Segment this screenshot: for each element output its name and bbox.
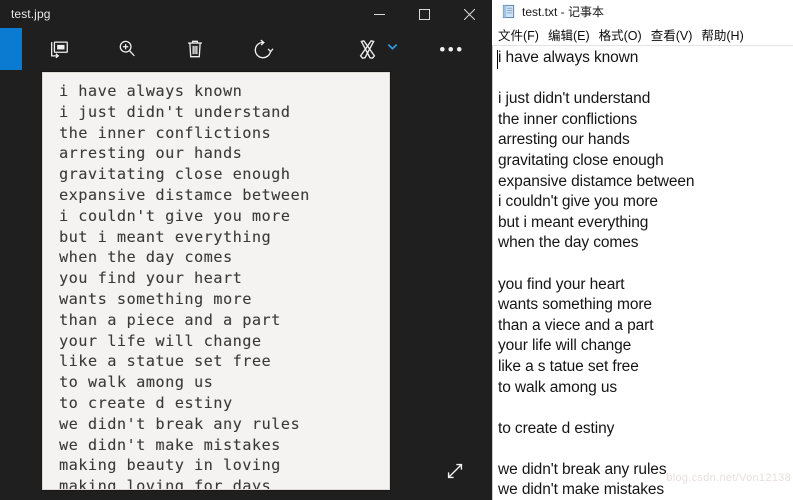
menu-view[interactable]: 查看(V) bbox=[651, 25, 693, 44]
window-controls bbox=[357, 0, 492, 28]
zoom-in-icon bbox=[116, 38, 138, 60]
edit-create-group[interactable] bbox=[344, 28, 399, 70]
notepad-titlebar: test.txt - 记事本 bbox=[492, 0, 793, 23]
edit-create-icon bbox=[356, 38, 379, 61]
edit-create-dropdown[interactable] bbox=[386, 40, 399, 58]
chevron-down-icon bbox=[386, 40, 399, 58]
minimize-button[interactable] bbox=[357, 0, 402, 28]
menu-format[interactable]: 格式(O) bbox=[599, 25, 642, 44]
photo-image-text: i have always known i just didn't unders… bbox=[59, 82, 310, 490]
notepad-text-content: i have always known i just didn't unders… bbox=[498, 49, 695, 499]
screen: test.jpg ••• i have always known i just … bbox=[0, 0, 793, 500]
notepad-window: test.txt - 记事本 文件(F) 编辑(E) 格式(O) 查看(V) 帮… bbox=[492, 0, 793, 500]
more-icon: ••• bbox=[439, 39, 465, 59]
rotate-icon bbox=[252, 38, 275, 61]
expand-diagonal-icon bbox=[444, 460, 466, 487]
back-button-highlight[interactable] bbox=[0, 28, 22, 70]
menu-file[interactable]: 文件(F) bbox=[498, 25, 539, 44]
photos-app-window: test.jpg ••• i have always known i just … bbox=[0, 0, 492, 500]
maximize-button[interactable] bbox=[402, 0, 447, 28]
menu-help[interactable]: 帮助(H) bbox=[701, 25, 743, 44]
close-button[interactable] bbox=[447, 0, 492, 28]
rotate-button[interactable] bbox=[240, 28, 286, 70]
notepad-menubar: 文件(F) 编辑(E) 格式(O) 查看(V) 帮助(H) bbox=[492, 23, 793, 45]
menu-edit[interactable]: 编辑(E) bbox=[548, 25, 590, 44]
text-document-icon bbox=[501, 4, 516, 19]
photo-image-canvas[interactable]: i have always known i just didn't unders… bbox=[42, 72, 390, 490]
more-options-button[interactable]: ••• bbox=[429, 28, 475, 70]
maximize-icon bbox=[419, 8, 430, 20]
fullscreen-button[interactable] bbox=[438, 456, 472, 490]
delete-icon bbox=[184, 38, 206, 60]
photos-window-title: test.jpg bbox=[11, 7, 51, 21]
close-icon bbox=[464, 8, 475, 20]
minimize-icon bbox=[374, 9, 385, 20]
photos-toolbar: ••• bbox=[22, 28, 492, 70]
delete-button[interactable] bbox=[172, 28, 218, 70]
share-button[interactable] bbox=[36, 28, 82, 70]
photos-titlebar: test.jpg bbox=[0, 0, 492, 28]
zoom-button[interactable] bbox=[104, 28, 150, 70]
share-icon bbox=[48, 38, 70, 60]
edit-create-button[interactable] bbox=[344, 28, 390, 70]
notepad-window-title: test.txt - 记事本 bbox=[522, 5, 605, 19]
text-caret bbox=[497, 50, 498, 69]
notepad-text-area[interactable]: i have always known i just didn't unders… bbox=[492, 45, 793, 500]
